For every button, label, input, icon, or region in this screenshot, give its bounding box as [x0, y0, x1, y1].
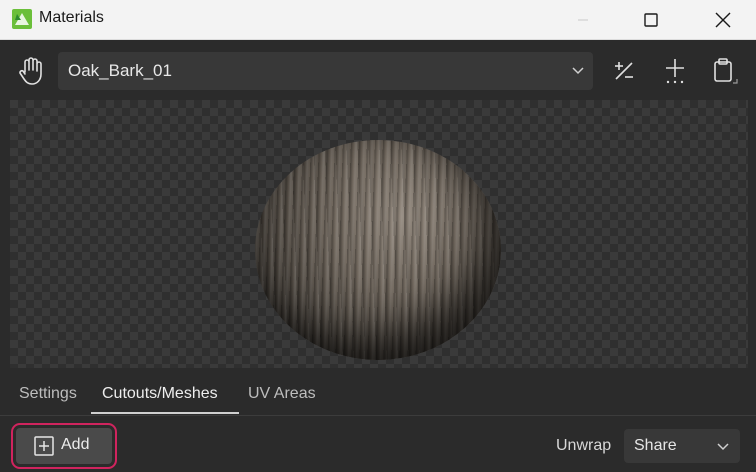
material-dropdown-value: Oak_Bark_01 — [68, 61, 172, 80]
minimize-button[interactable] — [560, 0, 606, 40]
unwrap-dropdown-value: Share — [634, 437, 677, 454]
add-material-button[interactable] — [656, 52, 694, 90]
maximize-button[interactable] — [628, 0, 674, 40]
material-sphere-preview — [255, 140, 501, 360]
tab-cutouts-meshes[interactable]: Cutouts/Meshes — [102, 385, 218, 403]
add-box-icon — [34, 436, 54, 456]
maximize-icon — [644, 13, 658, 27]
pan-tool-button[interactable] — [12, 52, 50, 90]
material-toolbar: Oak_Bark_01 — [0, 40, 756, 100]
materials-window: Materials Oak_Bark_01 Settings Cutouts/M… — [0, 0, 756, 472]
title-bar: Materials — [0, 0, 756, 40]
chevron-down-icon — [572, 67, 584, 75]
add-button-label: Add — [61, 436, 90, 453]
chevron-down-icon — [717, 443, 729, 451]
tab-settings[interactable]: Settings — [19, 385, 77, 403]
unwrap-dropdown[interactable]: Share — [624, 429, 740, 463]
material-dropdown[interactable]: Oak_Bark_01 — [58, 52, 593, 90]
unwrap-label: Unwrap — [556, 437, 612, 454]
close-icon — [715, 12, 731, 28]
active-tab-indicator — [91, 412, 239, 414]
material-preview[interactable] — [10, 100, 748, 368]
tab-uv-areas[interactable]: UV Areas — [248, 385, 316, 403]
plus-minus-icon — [615, 62, 633, 80]
add-button[interactable]: Add — [11, 423, 117, 469]
hand-icon — [19, 57, 42, 85]
paste-button[interactable] — [706, 52, 744, 90]
clipboard-icon — [714, 58, 738, 84]
add-icon — [666, 59, 684, 84]
minimize-icon — [578, 19, 588, 21]
close-button[interactable] — [700, 0, 746, 40]
tab-bar: Settings Cutouts/Meshes UV Areas — [0, 376, 756, 416]
plus-minus-button[interactable] — [605, 52, 643, 90]
window-title: Materials — [39, 9, 104, 26]
app-icon — [12, 9, 32, 29]
